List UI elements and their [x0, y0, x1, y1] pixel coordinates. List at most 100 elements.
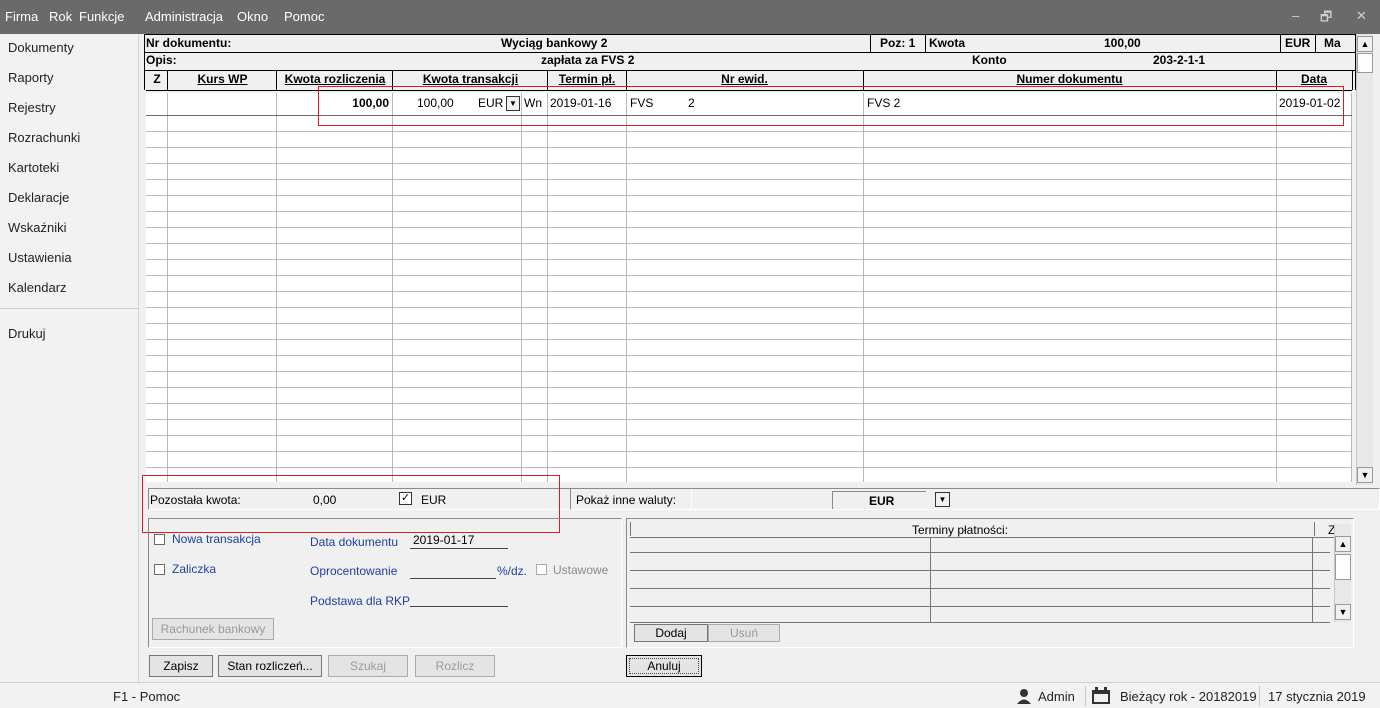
grid-row-line [146, 307, 1352, 308]
pokaz-frame [570, 488, 1380, 510]
terminy-row-line [630, 606, 1330, 607]
usun-button[interactable]: Usuń [708, 624, 780, 642]
col-data[interactable]: Data [1276, 72, 1352, 88]
table-row[interactable]: 100,00 100,00 EUR ▼ Wn 2019-01-16 FVS 2 … [146, 93, 1352, 115]
grid-row-line [146, 451, 1352, 452]
col-nr-ewid[interactable]: Nr ewid. [626, 72, 863, 88]
ustawowe-checkbox[interactable] [536, 564, 547, 575]
sidebar-item-rozrachunki[interactable]: Rozrachunki [8, 130, 80, 145]
sidebar-item-ustawienia[interactable]: Ustawienia [8, 250, 72, 265]
grid-row-line [146, 467, 1352, 468]
menu-rok[interactable]: Rok [49, 9, 72, 24]
grid-row-line [146, 419, 1352, 420]
col-z[interactable]: Z [146, 72, 168, 88]
data-dokumentu-field[interactable]: 2019-01-17 [413, 533, 474, 547]
sidebar-item-raporty[interactable]: Raporty [8, 70, 54, 85]
zaliczka-checkbox[interactable] [154, 564, 165, 575]
cell-kwota-transakcji[interactable]: 100,00 [417, 96, 454, 110]
col-kwota-rozliczenia[interactable]: Kwota rozliczenia [277, 72, 393, 88]
restore-icon[interactable]: 🗗 [1320, 8, 1332, 30]
grid-row-line [146, 195, 1352, 196]
scroll-down-icon[interactable]: ▼ [1357, 467, 1373, 483]
menu-pomoc[interactable]: Pomoc [284, 9, 324, 24]
nowa-transakcja-checkbox[interactable] [154, 534, 165, 545]
zapisz-button[interactable]: Zapisz [149, 655, 213, 677]
grid-row-line [146, 291, 1352, 292]
cell-numer-dokumentu[interactable]: FVS 2 [867, 96, 900, 110]
menu-firma[interactable]: Firma [5, 9, 38, 24]
anuluj-button[interactable]: Anuluj [626, 655, 702, 677]
szukaj-button[interactable]: Szukaj [328, 655, 408, 677]
oprocentowanie-underline[interactable] [410, 578, 496, 579]
stan-rozliczen-button[interactable]: Stan rozliczeń... [218, 655, 322, 677]
col-kwota-transakcji[interactable]: Kwota transakcji [393, 72, 548, 88]
terminy-row-line [630, 570, 1330, 571]
terminy-scroll-thumb[interactable] [1335, 554, 1351, 580]
sidebar-divider [0, 308, 139, 309]
zaliczka-label[interactable]: Zaliczka [172, 562, 216, 576]
cell-kwota-rozliczenia[interactable]: 100,00 [277, 96, 389, 110]
calendar-icon [1091, 687, 1111, 705]
terminy-scroll-up-icon[interactable]: ▲ [1335, 536, 1351, 552]
col-termin[interactable]: Termin pł. [548, 72, 626, 88]
transactions-grid[interactable]: 100,00 100,00 EUR ▼ Wn 2019-01-16 FVS 2 … [146, 93, 1352, 482]
grid-col-line [167, 93, 168, 482]
header-divider [144, 34, 145, 90]
sidebar-item-wskazniki[interactable]: Wskaźniki [8, 220, 67, 235]
close-icon[interactable]: ✕ [1356, 8, 1367, 24]
grid-row-line [146, 403, 1352, 404]
header-divider [1280, 34, 1281, 52]
cell-data[interactable]: 2019-01-02 [1279, 96, 1340, 110]
chevron-down-icon[interactable]: ▼ [935, 492, 950, 507]
status-sep [1259, 686, 1260, 706]
terminy-scrollbar[interactable]: ▲ ▼ [1334, 524, 1351, 622]
col-kurs-wp[interactable]: Kurs WP [168, 72, 277, 88]
grid-col-line [1276, 93, 1277, 482]
grid-col-line [863, 93, 864, 482]
sidebar-item-kalendarz[interactable]: Kalendarz [8, 280, 67, 295]
sidebar-item-kartoteki[interactable]: Kartoteki [8, 160, 59, 175]
sidebar-item-rejestry[interactable]: Rejestry [8, 100, 56, 115]
checkbox-checked-icon[interactable]: ✓ [399, 492, 412, 505]
menu-okno[interactable]: Okno [237, 9, 268, 24]
column-header: Z Kurs WP Kwota rozliczenia Kwota transa… [146, 70, 1352, 90]
sidebar-item-deklaracje[interactable]: Deklaracje [8, 190, 69, 205]
sidebar-item-drukuj[interactable]: Drukuj [8, 326, 46, 341]
cell-termin[interactable]: 2019-01-16 [550, 96, 611, 110]
data-dokumentu-underline [410, 548, 508, 549]
header-divider [1315, 34, 1316, 52]
cell-nr-ewid-num[interactable]: 2 [688, 96, 695, 110]
terminy-scroll-down-icon[interactable]: ▼ [1335, 604, 1351, 620]
menu-funkcje[interactable]: Funkcje [79, 9, 125, 24]
podstawa-underline[interactable] [410, 606, 508, 607]
current-date: 17 stycznia 2019 [1268, 689, 1366, 704]
cell-waluta[interactable]: EUR [478, 96, 503, 110]
col-numer-dokumentu[interactable]: Numer dokumentu [863, 72, 1276, 88]
terminy-row-line [630, 552, 1330, 553]
rozlicz-button[interactable]: Rozlicz [415, 655, 495, 677]
dodaj-button[interactable]: Dodaj [634, 624, 708, 642]
sidebar-item-dokumenty[interactable]: Dokumenty [8, 40, 74, 55]
currency-select[interactable]: EUR [832, 491, 926, 509]
grid-col-line [276, 93, 277, 482]
konto-label: Konto [972, 53, 1007, 67]
current-year[interactable]: Bieżący rok - 20182019 [1120, 689, 1257, 704]
grid-row-line [146, 259, 1352, 260]
minimize-icon[interactable]: – [1292, 8, 1299, 23]
scroll-up-icon[interactable]: ▲ [1357, 36, 1373, 52]
grid-scrollbar[interactable]: ▲ ▼ [1356, 34, 1373, 485]
terminy-sep [630, 522, 631, 536]
nowa-transakcja-label[interactable]: Nowa transakcja [172, 532, 261, 546]
grid-row-line [146, 179, 1352, 180]
col-sep [167, 70, 168, 90]
user-name[interactable]: Admin [1038, 689, 1075, 704]
scroll-thumb[interactable] [1357, 53, 1373, 73]
cell-strona[interactable]: Wn [524, 96, 542, 110]
cell-nr-ewid-prefix[interactable]: FVS [630, 96, 653, 110]
col-sep [392, 70, 393, 90]
terminy-title: Terminy płatności: [912, 523, 1009, 537]
menu-administracja[interactable]: Administracja [145, 9, 223, 24]
col-sep [276, 70, 277, 90]
currency-dropdown-icon[interactable]: ▼ [506, 96, 520, 111]
rachunek-bankowy-button[interactable]: Rachunek bankowy [152, 618, 274, 640]
